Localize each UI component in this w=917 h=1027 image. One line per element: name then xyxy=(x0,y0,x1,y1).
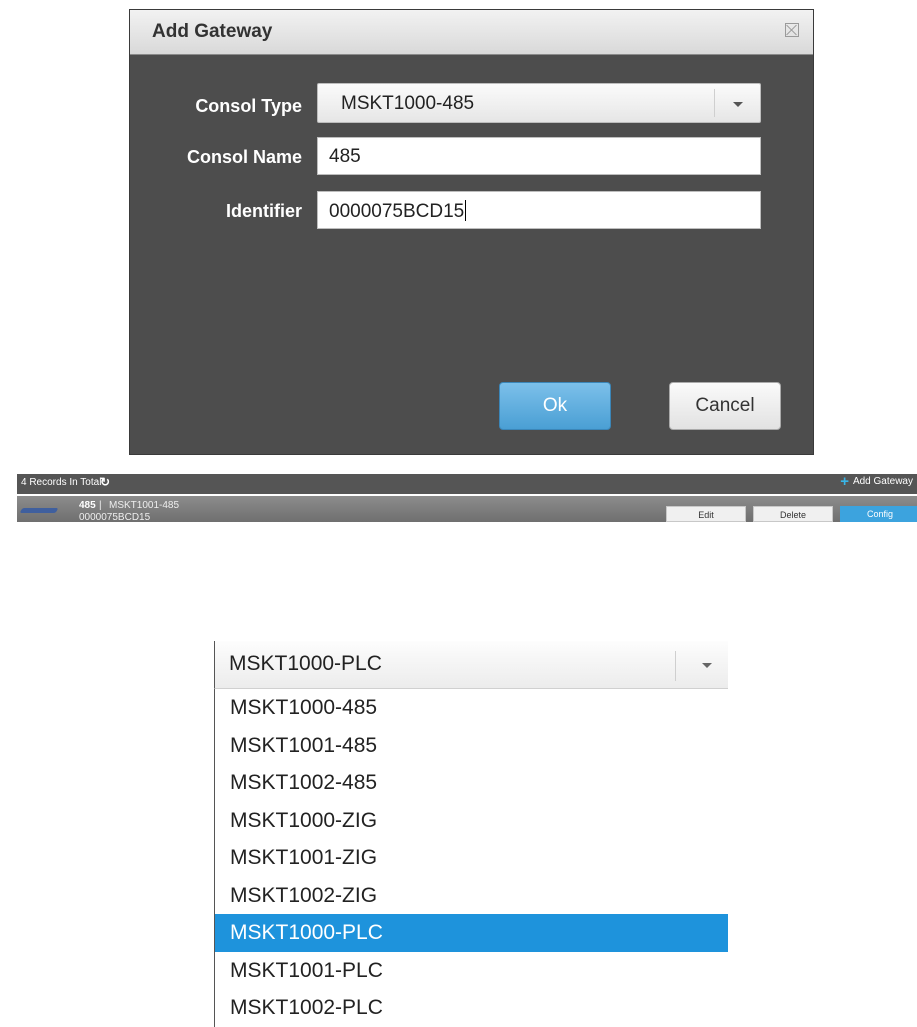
dropdown-option[interactable]: MSKT1001-ZIG xyxy=(215,839,728,877)
add-gateway-dialog: Add Gateway Consol Type MSKT1000-485 Con… xyxy=(129,9,814,455)
dropdown-option[interactable]: MSKT1002-PLC xyxy=(215,989,728,1027)
gateway-identifier: 0000075BCD15 xyxy=(79,512,151,522)
consol-type-select[interactable]: MSKT1000-485 xyxy=(317,83,761,123)
cancel-button[interactable]: Cancel xyxy=(669,382,781,430)
dropdown-option[interactable]: MSKT1001-PLC xyxy=(215,952,728,990)
text-cursor xyxy=(465,200,467,221)
dropdown-current-value: MSKT1000-PLC xyxy=(229,652,382,675)
chevron-down-icon[interactable] xyxy=(733,102,743,107)
dialog-header: Add Gateway xyxy=(130,10,813,55)
chevron-down-icon[interactable] xyxy=(702,663,712,668)
consol-type-label: Consol Type xyxy=(195,96,302,116)
ok-button[interactable]: Ok xyxy=(499,382,611,430)
consol-name-value: 485 xyxy=(329,146,361,167)
dropdown-option[interactable]: MSKT1000-485 xyxy=(215,689,728,727)
dropdown-option[interactable]: MSKT1002-485 xyxy=(215,764,728,802)
consol-type-value: MSKT1000-485 xyxy=(341,93,475,114)
consol-name-field[interactable]: 485 xyxy=(317,137,761,175)
consol-name-label: Consol Name xyxy=(186,147,302,167)
dropdown-option-selected[interactable]: MSKT1000-PLC xyxy=(215,914,728,952)
gateway-device-icon xyxy=(19,508,59,513)
config-button[interactable]: Config xyxy=(840,506,917,522)
identifier-label: Identifier xyxy=(225,201,302,221)
gateway-row[interactable]: 485 | MSKT1001-485 0000075BCD15 Edit Del… xyxy=(17,496,917,522)
dialog-title: Add Gateway xyxy=(152,21,273,42)
consol-type-dropdown[interactable]: MSKT1000-PLC xyxy=(214,641,728,689)
gateway-type: MSKT1001-485 xyxy=(109,500,180,511)
gateway-separator: | xyxy=(99,500,102,511)
add-gateway-label: Add Gateway xyxy=(852,476,913,487)
add-gateway-button[interactable]: + Add Gateway xyxy=(840,473,913,490)
records-toolbar: 4 Records In Total ↻ + Add Gateway xyxy=(17,474,917,494)
delete-button[interactable]: Delete xyxy=(753,506,833,522)
records-count: 4 Records In Total xyxy=(21,477,102,488)
identifier-value: 0000075BCD15 xyxy=(329,201,465,222)
plus-icon: + xyxy=(840,473,849,490)
edit-button[interactable]: Edit xyxy=(666,506,746,522)
combo-divider xyxy=(675,651,676,681)
gateway-name: 485 xyxy=(79,500,96,511)
refresh-icon[interactable]: ↻ xyxy=(100,475,110,489)
dropdown-options-list: MSKT1000-485 MSKT1001-485 MSKT1002-485 M… xyxy=(214,689,728,1027)
dropdown-option[interactable]: MSKT1001-485 xyxy=(215,727,728,765)
close-icon[interactable] xyxy=(785,23,799,37)
dropdown-option[interactable]: MSKT1002-ZIG xyxy=(215,877,728,915)
combo-divider xyxy=(714,89,715,117)
dropdown-option[interactable]: MSKT1000-ZIG xyxy=(215,802,728,840)
identifier-field[interactable]: 0000075BCD15 xyxy=(317,191,761,229)
